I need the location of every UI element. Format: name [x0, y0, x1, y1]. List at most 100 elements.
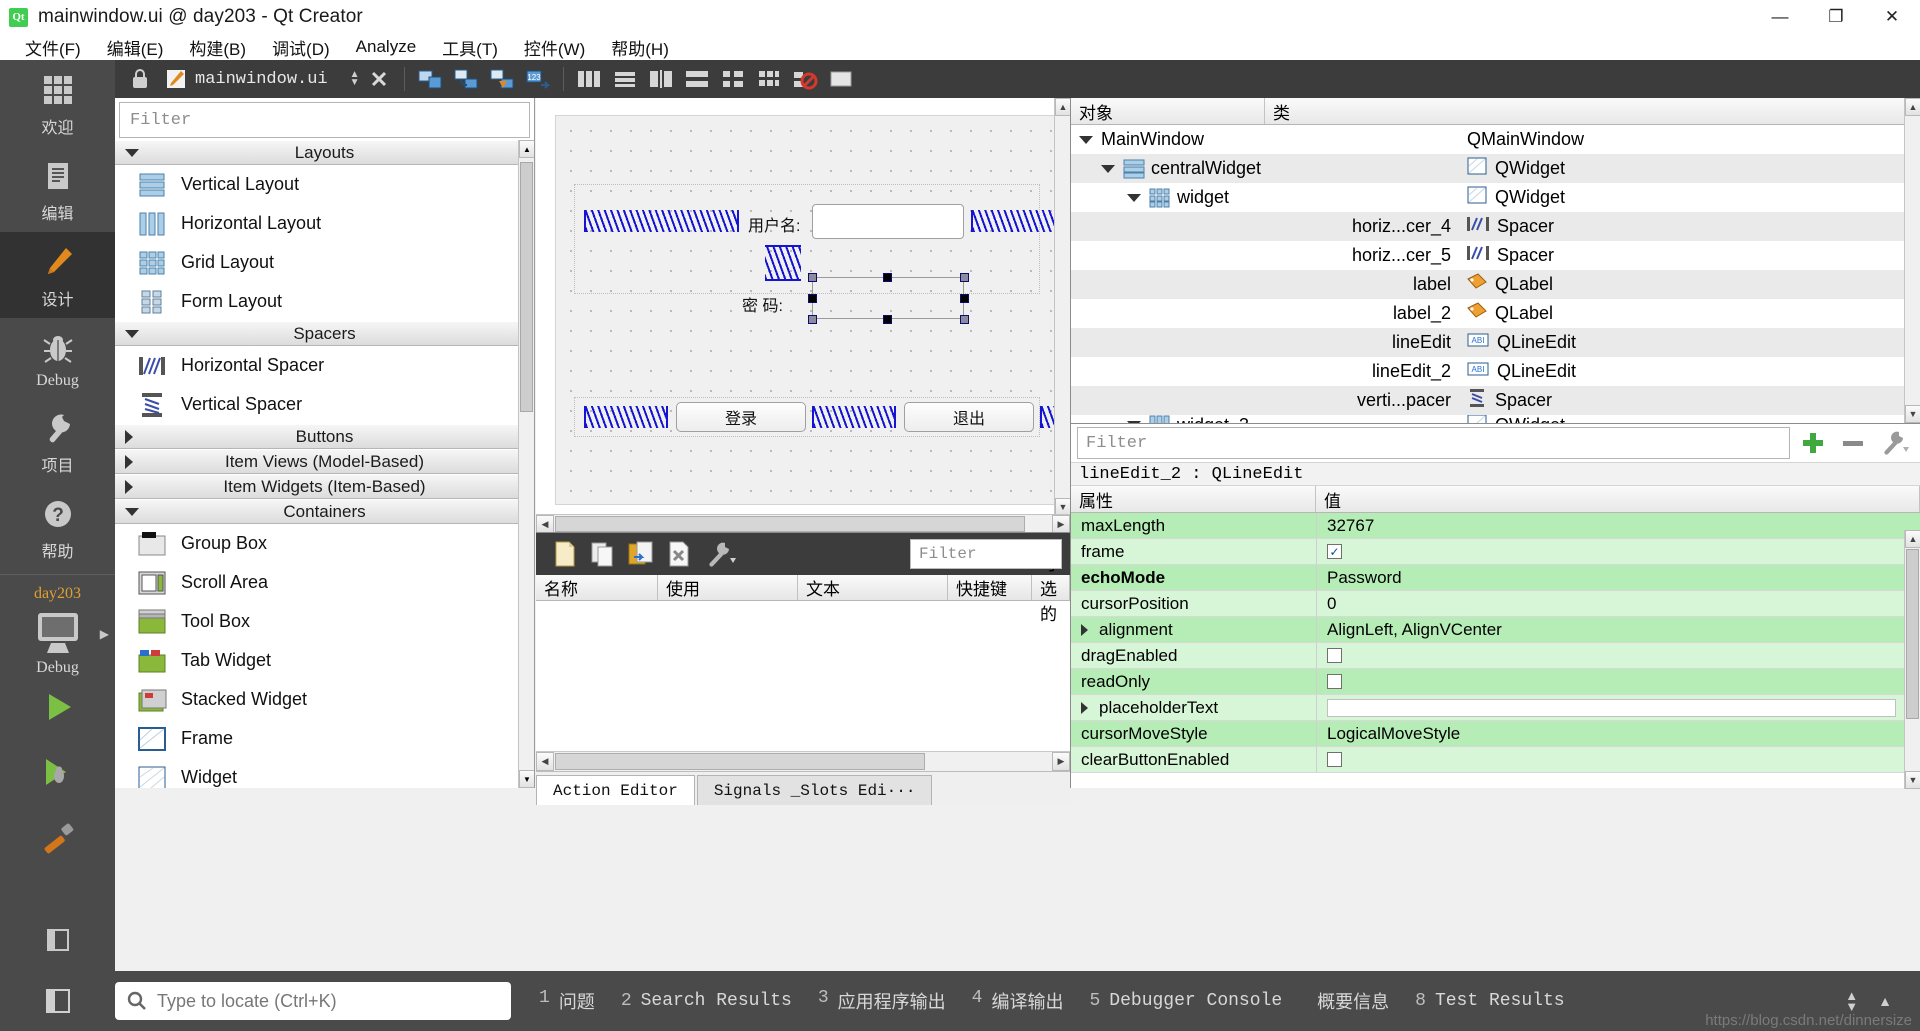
- lineedit-password[interactable]: [812, 277, 964, 319]
- menu-analyze[interactable]: Analyze: [343, 35, 429, 59]
- object-row-hspacer4[interactable]: horiz...cer_4 Spacer: [1071, 212, 1920, 241]
- widget-item-stacked-widget[interactable]: Stacked Widget: [115, 680, 534, 719]
- sidebar-item-projects[interactable]: 项目: [0, 398, 115, 484]
- property-row-cursormovestyle[interactable]: cursorMoveStyle LogicalMoveStyle: [1071, 721, 1920, 747]
- tab-action-editor[interactable]: Action Editor: [536, 775, 695, 805]
- canvas-vertical-scrollbar[interactable]: ▲ ▼: [1054, 98, 1071, 516]
- vertical-spacer[interactable]: [765, 245, 801, 281]
- layout-form-button[interactable]: [716, 63, 750, 95]
- selection-handle-bc[interactable]: [883, 315, 892, 324]
- layout-horizontally-button[interactable]: [572, 63, 606, 95]
- menu-widgets[interactable]: 控件(W): [511, 33, 598, 62]
- object-row-mainwindow[interactable]: MainWindow QMainWindow: [1071, 125, 1920, 154]
- property-row-alignment[interactable]: alignment AlignLeft, AlignVCenter: [1071, 617, 1920, 643]
- dragenabled-checkbox[interactable]: [1327, 648, 1342, 663]
- property-configure-icon[interactable]: [1876, 427, 1914, 459]
- action-col-used[interactable]: 使用: [658, 575, 798, 600]
- selection-handle-tc[interactable]: [883, 273, 892, 282]
- widget-section-item-views[interactable]: Item Views (Model-Based): [115, 449, 534, 474]
- menu-edit[interactable]: 编辑(E): [94, 33, 177, 62]
- property-value[interactable]: 0: [1316, 591, 1920, 616]
- menu-debug[interactable]: 调试(D): [259, 33, 343, 62]
- copy-action-icon[interactable]: [586, 538, 620, 570]
- output-tab-application-output[interactable]: 3 应用程序输出: [818, 988, 946, 1014]
- object-row-label[interactable]: label QLabel: [1071, 270, 1920, 299]
- selection-handle-tl[interactable]: [808, 273, 817, 282]
- login-button[interactable]: 登录: [676, 402, 806, 432]
- chevron-down-icon[interactable]: [1101, 164, 1115, 173]
- property-value[interactable]: [1316, 643, 1920, 668]
- property-value[interactable]: [1316, 747, 1920, 772]
- menu-help[interactable]: 帮助(H): [598, 33, 682, 62]
- chevron-down-icon[interactable]: [1079, 135, 1093, 144]
- form-preview[interactable]: 用户名: 密 码: 登录 退出: [555, 115, 1091, 505]
- action-col-shortcut[interactable]: 快捷键: [948, 575, 1032, 600]
- build-button[interactable]: [40, 809, 76, 874]
- property-value[interactable]: [1316, 669, 1920, 694]
- object-row-centralwidget[interactable]: centralWidget QWidget: [1071, 154, 1920, 183]
- selection-handle-bl[interactable]: [808, 315, 817, 324]
- canvas-scroll-left-icon[interactable]: ◀: [536, 515, 554, 533]
- remove-property-button[interactable]: [1836, 427, 1870, 459]
- scroll-down-arrow-icon[interactable]: ▼: [519, 770, 534, 788]
- property-row-clearbuttonenabled[interactable]: clearButtonEnabled: [1071, 747, 1920, 773]
- action-col-checkable[interactable]: 可选的: [1032, 555, 1070, 624]
- property-value[interactable]: AlignLeft, AlignVCenter: [1316, 617, 1920, 642]
- widget-item-vertical-spacer[interactable]: Vertical Spacer: [115, 385, 534, 424]
- pe-scroll-up-icon[interactable]: ▲: [1905, 530, 1920, 548]
- exit-button[interactable]: 退出: [904, 402, 1034, 432]
- menu-file[interactable]: 文件(F): [12, 33, 94, 62]
- edit-widgets-mode-button[interactable]: [413, 63, 447, 95]
- add-property-button[interactable]: [1796, 427, 1830, 459]
- placeholdertext-input[interactable]: [1327, 698, 1897, 717]
- object-row-lineedit2[interactable]: lineEdit_2 ABI QLineEdit: [1071, 357, 1920, 386]
- ae-scroll-right-icon[interactable]: ▶: [1052, 752, 1070, 771]
- output-tab-issues[interactable]: 1 问题: [539, 988, 595, 1014]
- property-value[interactable]: Password: [1316, 565, 1920, 590]
- widget-box-filter-input[interactable]: Filter: [119, 102, 530, 138]
- object-col-object[interactable]: 对象: [1071, 98, 1265, 124]
- close-button[interactable]: ✕: [1864, 0, 1920, 34]
- canvas-scroll-up-icon[interactable]: ▲: [1055, 98, 1071, 116]
- widget-item-widget[interactable]: Widget: [115, 758, 534, 788]
- file-switch-arrows[interactable]: ▲ ▼: [350, 70, 360, 88]
- output-tab-compile-output[interactable]: 4 编译输出: [972, 988, 1064, 1014]
- widget-item-tab-widget[interactable]: Tab Widget: [115, 641, 534, 680]
- layout-grid-button[interactable]: [752, 63, 786, 95]
- minimize-button[interactable]: —: [1752, 0, 1808, 34]
- widget-item-horizontal-layout[interactable]: Horizontal Layout: [115, 204, 534, 243]
- output-toggle-square[interactable]: [0, 971, 115, 1031]
- widget-item-form-layout[interactable]: Form Layout: [115, 282, 534, 321]
- chevron-right-icon[interactable]: [1081, 701, 1088, 714]
- canvas-horizontal-scrollbar[interactable]: ◀ ▶: [536, 514, 1070, 533]
- property-row-placeholdertext[interactable]: placeholderText: [1071, 695, 1920, 721]
- close-file-icon[interactable]: [362, 63, 396, 95]
- new-action-icon[interactable]: [548, 538, 582, 570]
- property-row-readonly[interactable]: readOnly: [1071, 669, 1920, 695]
- object-row-label2[interactable]: label_2 QLabel: [1071, 299, 1920, 328]
- widget-item-tool-box[interactable]: Tool Box: [115, 602, 534, 641]
- property-col-value[interactable]: 值: [1316, 486, 1920, 512]
- lock-icon[interactable]: [123, 63, 157, 95]
- object-col-class[interactable]: 类: [1265, 98, 1920, 124]
- layout-splitter-vertical-button[interactable]: [680, 63, 714, 95]
- output-tab-test-results[interactable]: 8 Test Results: [1415, 991, 1564, 1011]
- object-inspector-scrollbar[interactable]: ▲ ▼: [1904, 98, 1920, 423]
- action-editor-filter-input[interactable]: Filter: [910, 539, 1062, 569]
- horizontal-spacer-mid[interactable]: [812, 406, 896, 428]
- chevron-right-icon[interactable]: ▶: [100, 627, 109, 641]
- label-password[interactable]: 密 码:: [742, 292, 783, 316]
- output-tab-general-messages[interactable]: 概要信息: [1308, 988, 1389, 1014]
- selection-handle-mr[interactable]: [960, 294, 969, 303]
- widget-item-vertical-layout[interactable]: Vertical Layout: [115, 165, 534, 204]
- object-row-hspacer5[interactable]: horiz...cer_5 Spacer: [1071, 241, 1920, 270]
- kit-target-row[interactable]: ▶: [0, 609, 115, 659]
- readonly-checkbox[interactable]: [1327, 674, 1342, 689]
- horizontal-spacer-left[interactable]: [584, 406, 668, 428]
- maximize-button[interactable]: ❐: [1808, 0, 1864, 34]
- widget-section-containers[interactable]: Containers: [115, 499, 534, 524]
- sidebar-item-welcome[interactable]: 欢迎: [0, 60, 115, 146]
- pe-scroll-down-icon[interactable]: ▼: [1905, 771, 1920, 789]
- oi-scroll-up-icon[interactable]: ▲: [1905, 98, 1920, 116]
- edit-signals-slots-mode-button[interactable]: [449, 63, 483, 95]
